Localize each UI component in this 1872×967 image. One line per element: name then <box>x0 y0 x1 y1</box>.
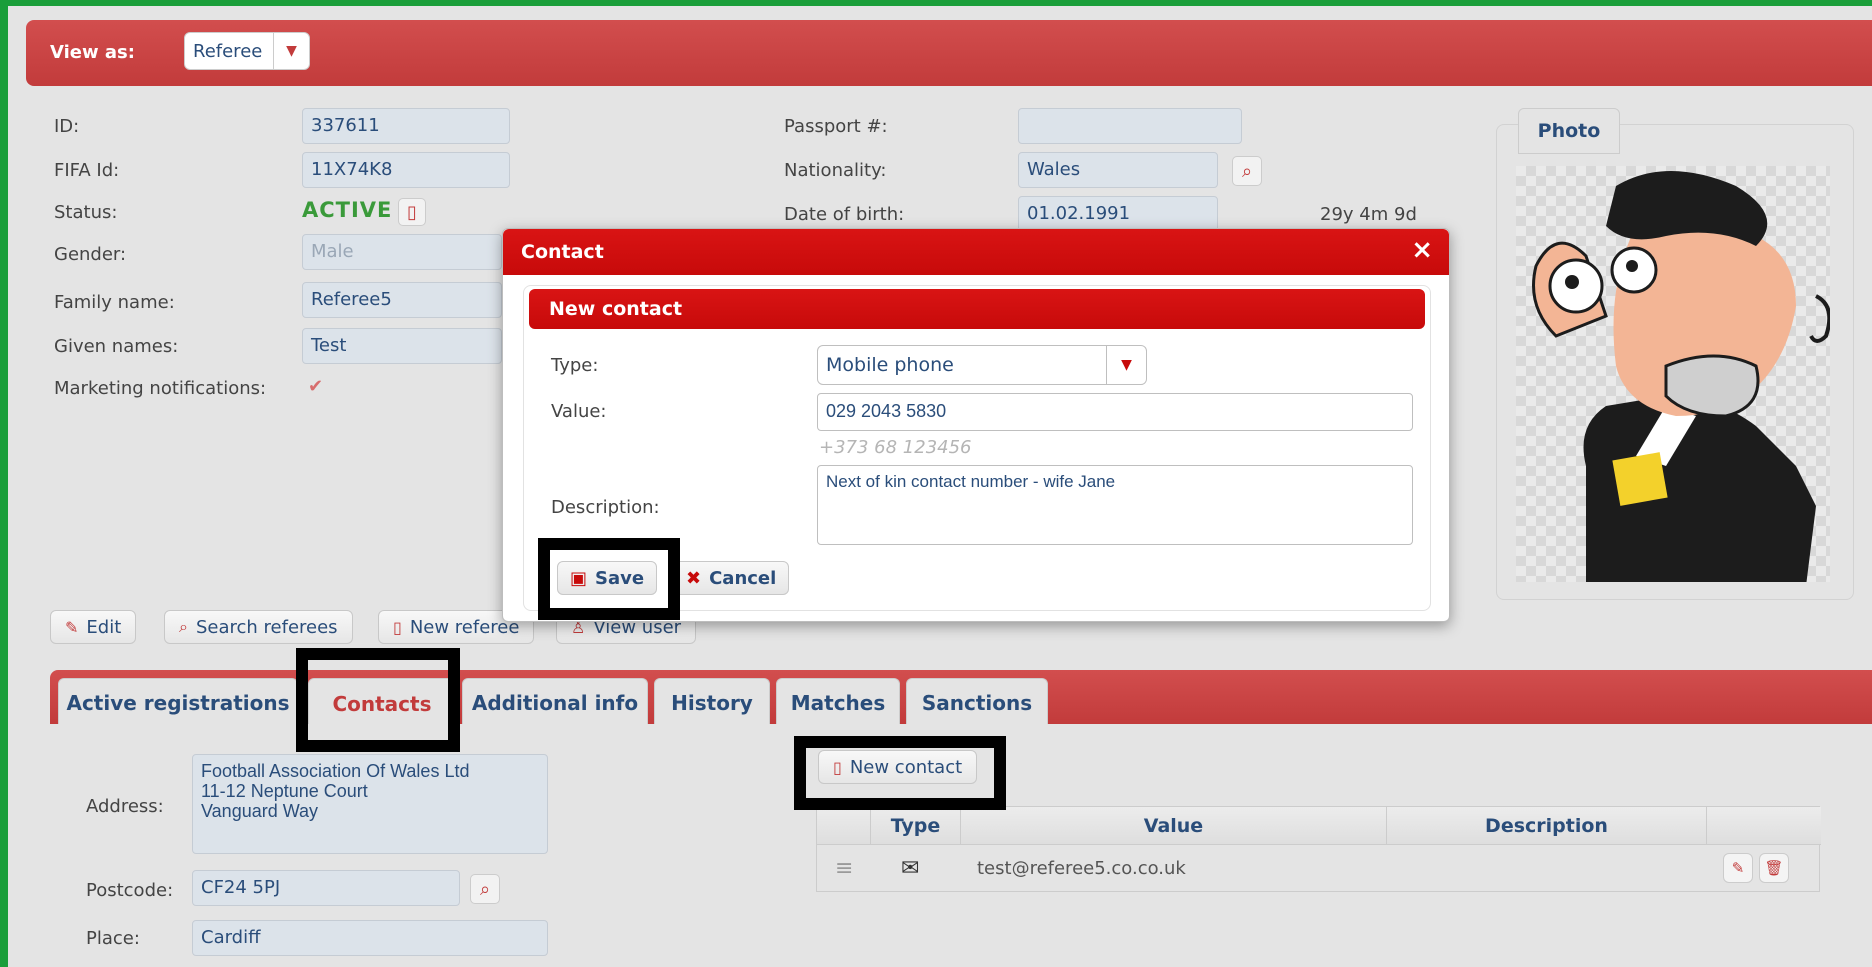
value-input[interactable]: 029 2043 5830 <box>817 393 1413 431</box>
cancel-button-label: Cancel <box>709 567 777 589</box>
fifa-id-label: FIFA Id: <box>54 160 120 181</box>
new-document-icon: ▯ <box>393 617 402 637</box>
postcode-search-button[interactable]: ⌕ <box>470 874 500 904</box>
contacts-table: Type Value Description ≡ ✉ test@referee5… <box>816 806 1821 892</box>
table-header-description: Description <box>1387 807 1707 845</box>
delete-contact-button[interactable]: 🗑 <box>1759 853 1789 883</box>
envelope-icon: ✉ <box>901 855 920 881</box>
address-line-2: 11-12 Neptune Court <box>201 781 368 801</box>
modal-subtitle: New contact <box>529 289 1425 329</box>
tab-contacts[interactable]: Contacts <box>308 678 456 728</box>
tab-history[interactable]: History <box>654 678 770 726</box>
search-referees-label: Search referees <box>195 616 338 638</box>
contact-value-cell: test@referee5.co.co.uk <box>977 857 1186 879</box>
clipboard-button[interactable]: ▯ <box>398 198 426 226</box>
new-contact-button[interactable]: ▯ New contact <box>818 750 978 784</box>
edit-button-label: Edit <box>86 616 122 638</box>
status-label: Status: <box>54 202 118 223</box>
view-as-bar: View as: Referee ▼ <box>26 20 1872 86</box>
pencil-icon: ✎ <box>1731 859 1745 877</box>
nationality-label: Nationality: <box>784 160 887 181</box>
fifa-id-field[interactable]: 11X74K8 <box>302 152 510 188</box>
search-referees-button[interactable]: ⌕ Search referees <box>164 610 353 644</box>
cancel-button[interactable]: ✖ Cancel <box>673 561 790 595</box>
trash-icon: 🗑 <box>1764 859 1784 877</box>
table-header-type: Type <box>871 807 961 845</box>
table-header-actions <box>1707 807 1821 845</box>
floppy-disk-icon: ▣ <box>570 567 588 589</box>
new-contact-label: New contact <box>849 756 963 778</box>
search-icon: ⌕ <box>1241 160 1253 182</box>
view-as-select[interactable]: Referee ▼ <box>184 32 310 70</box>
modal-title: Contact <box>503 229 1449 275</box>
chevron-down-icon: ▼ <box>1106 346 1146 384</box>
age-value: 29y 4m 9d <box>1320 204 1417 225</box>
view-as-label: View as: <box>50 42 135 63</box>
tab-sanctions[interactable]: Sanctions <box>906 678 1048 726</box>
type-label: Type: <box>551 355 599 376</box>
tab-matches[interactable]: Matches <box>776 678 900 726</box>
dob-label: Date of birth: <box>784 204 905 225</box>
place-field[interactable]: Cardiff <box>192 920 548 956</box>
family-name-field[interactable]: Referee5 <box>302 282 502 318</box>
chevron-down-icon: ▼ <box>273 33 309 69</box>
new-document-icon: ▯ <box>833 757 842 777</box>
address-field[interactable]: Football Association Of Wales Ltd 11-12 … <box>192 754 548 854</box>
nationality-search-button[interactable]: ⌕ <box>1232 156 1262 186</box>
nationality-field[interactable]: Wales <box>1018 152 1218 188</box>
table-header-value: Value <box>961 807 1387 845</box>
search-icon: ⌕ <box>179 617 188 636</box>
dob-field[interactable]: 01.02.1991 <box>1018 196 1218 232</box>
search-icon: ⌕ <box>479 878 491 900</box>
gender-label: Gender: <box>54 244 127 265</box>
value-label: Value: <box>551 401 607 422</box>
pencil-icon: ✎ <box>65 617 79 637</box>
type-select[interactable]: Mobile phone ▼ <box>817 345 1147 385</box>
gender-field[interactable]: Male <box>302 234 502 270</box>
clipboard-icon: ▯ <box>407 201 417 223</box>
status-badge: ACTIVE <box>302 198 393 222</box>
address-line-3: Vanguard Way <box>201 801 319 821</box>
edit-button[interactable]: ✎ Edit <box>50 610 137 644</box>
referee-photo <box>1516 166 1832 586</box>
close-icon[interactable]: × <box>1411 235 1433 265</box>
value-hint: +373 68 123456 <box>819 437 972 458</box>
table-header-handle <box>817 807 871 845</box>
passport-label: Passport #: <box>784 116 888 137</box>
save-button-label: Save <box>595 567 645 589</box>
modal-body <box>523 285 1431 611</box>
id-label: ID: <box>54 116 80 137</box>
type-select-value: Mobile phone <box>826 354 954 376</box>
app-frame: View as: Referee ▼ ID: 337611 FIFA Id: 1… <box>8 6 1872 967</box>
edit-contact-button[interactable]: ✎ <box>1723 853 1753 883</box>
passport-field[interactable] <box>1018 108 1242 144</box>
check-icon[interactable]: ✔ <box>308 376 323 397</box>
given-names-label: Given names: <box>54 336 179 357</box>
family-name-label: Family name: <box>54 292 175 313</box>
id-field[interactable]: 337611 <box>302 108 510 144</box>
marketing-label: Marketing notifications: <box>54 378 267 399</box>
save-button[interactable]: ▣ Save <box>557 561 658 595</box>
description-textarea[interactable]: Next of kin contact number - wife Jane <box>817 465 1413 545</box>
address-label: Address: <box>86 796 164 817</box>
view-as-value: Referee <box>193 40 263 62</box>
description-label: Description: <box>551 497 660 518</box>
given-names-field[interactable]: Test <box>302 328 502 364</box>
tab-active-registrations[interactable]: Active registrations <box>58 678 298 726</box>
referee-cartoon-icon <box>1532 171 1832 586</box>
place-label: Place: <box>86 928 140 949</box>
drag-handle-icon[interactable]: ≡ <box>835 845 853 891</box>
photo-tab: Photo <box>1518 108 1620 154</box>
close-icon: ✖ <box>686 567 702 589</box>
postcode-field[interactable]: CF24 5PJ <box>192 870 460 906</box>
address-line-1: Football Association Of Wales Ltd <box>201 761 470 781</box>
postcode-label: Postcode: <box>86 880 174 901</box>
tab-additional-info[interactable]: Additional info <box>462 678 648 726</box>
contact-modal: Contact × New contact Type: Mobile phone… <box>502 228 1450 622</box>
